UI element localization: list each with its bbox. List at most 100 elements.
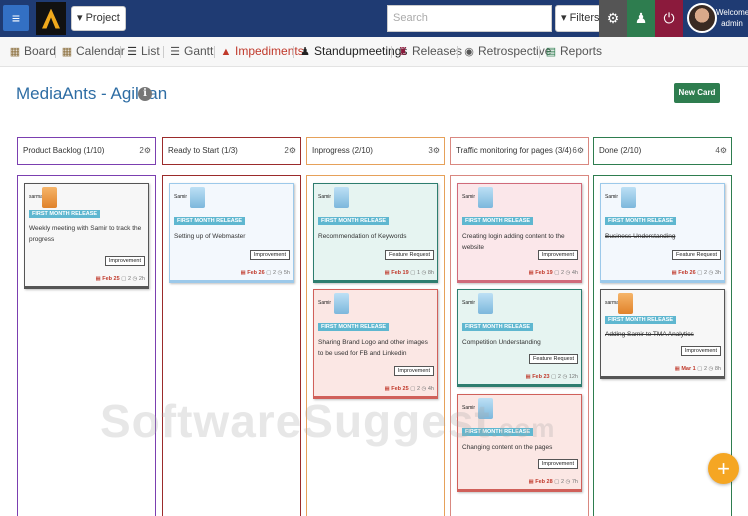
- kanban-card[interactable]: Samir FIRST MONTH RELEASE Sharing Brand Lo…: [313, 289, 438, 399]
- avatar: [190, 187, 205, 208]
- column-count[interactable]: 4⚙: [715, 138, 727, 164]
- due-date: Feb 19: [535, 270, 553, 276]
- card-meta: ▦ Feb 23 ▢ 2 ◷ 12h: [525, 374, 578, 380]
- column-header[interactable]: Product Backlog (1/10) 2⚙: [17, 137, 156, 165]
- column-title: Traffic monitoring for pages (3/4): [456, 146, 572, 155]
- nav-board[interactable]: ▦ Board: [9, 44, 56, 58]
- retro-icon: ◉: [464, 46, 474, 58]
- search-input[interactable]: Search: [387, 5, 552, 32]
- time-estimate: 4h: [571, 270, 578, 276]
- nav-divider: [457, 46, 458, 58]
- column-count[interactable]: 2⚙: [139, 138, 151, 164]
- release-icon: ♜: [398, 46, 408, 58]
- card-type-tag: Improvement: [680, 346, 721, 356]
- avatar: [334, 293, 349, 314]
- card-title: Competition Understanding: [462, 339, 541, 346]
- welcome-label: Welcome: [716, 8, 748, 17]
- card-assignee: Samir: [174, 194, 188, 200]
- grid-icon: ▦: [9, 46, 21, 58]
- app-logo[interactable]: [36, 2, 66, 35]
- nav-divider: [163, 46, 164, 58]
- watermark: SoftwareSuggest.com: [100, 395, 556, 447]
- card-type-tag: Improvement: [249, 250, 290, 260]
- card-title: Setting up of Webmaster: [174, 233, 246, 240]
- kanban-card[interactable]: Samir FIRST MONTH RELEASE Recommendation o…: [313, 183, 438, 283]
- nav-label: Reports: [560, 44, 603, 58]
- group-icon: ♟: [300, 46, 310, 58]
- column-count[interactable]: 2⚙: [284, 138, 296, 164]
- power-icon[interactable]: ⏻: [655, 0, 683, 37]
- kanban-card[interactable]: Samir FIRST MONTH RELEASE Competition Unde…: [457, 289, 582, 387]
- nav-label: Gantt: [184, 44, 214, 58]
- gear-icon[interactable]: ⚙: [599, 0, 627, 37]
- nav-list[interactable]: ☰ List: [126, 44, 160, 58]
- calendar-icon: ▦: [61, 46, 73, 58]
- card-meta: ▦ Feb 19 ▢ 2 ◷ 4h: [529, 270, 578, 276]
- column-header[interactable]: Traffic monitoring for pages (3/4) 6⚙: [450, 137, 589, 165]
- card-meta: ▦ Feb 26 ▢ 2 ◷ 3h: [672, 270, 721, 276]
- nav-reports[interactable]: ▤ Reports: [545, 44, 602, 58]
- card-meta: ▦ Mar 1 ▢ 2 ◷ 8h: [675, 366, 721, 372]
- card-assignee: Samir: [318, 300, 332, 306]
- column-title: Ready to Start (1/3): [168, 146, 238, 155]
- card-title: Sharing Brand Logo and other images to b…: [318, 339, 428, 357]
- plus-icon[interactable]: +: [708, 453, 739, 484]
- clock-icon: ◷: [707, 270, 715, 276]
- release-badge: FIRST MONTH RELEASE: [462, 217, 534, 225]
- user-icon[interactable]: ♟: [627, 0, 655, 37]
- column-count[interactable]: 3⚙: [428, 138, 440, 164]
- column-title: Product Backlog (1/10): [23, 146, 105, 155]
- card-title: Recommendation of Keywords: [318, 233, 407, 240]
- kanban-card[interactable]: Samir FIRST MONTH RELEASE Setting up of We…: [169, 183, 294, 283]
- release-badge: FIRST MONTH RELEASE: [174, 217, 246, 225]
- due-date: Feb 26: [247, 270, 265, 276]
- nav-divider: [293, 46, 294, 58]
- kanban-card[interactable]: sarma FIRST MONTH RELEASE Weekly meeting w…: [24, 183, 149, 289]
- nav-label: Standupmeetings: [314, 44, 408, 58]
- card-title: Adding Samir to TMA Analytics: [605, 331, 694, 338]
- clock-icon: ◷: [420, 386, 428, 392]
- clock-icon: ◷: [564, 270, 572, 276]
- kanban-card[interactable]: sarma FIRST MONTH RELEASE Adding Samir to …: [600, 289, 725, 379]
- card-assignee: sarma: [29, 194, 43, 200]
- welcome-text: Welcome admin: [716, 7, 748, 29]
- card-type-tag: Improvement: [537, 250, 578, 260]
- kanban-card[interactable]: Samir FIRST MONTH RELEASE Business Underst…: [600, 183, 725, 283]
- avatar[interactable]: [687, 3, 717, 33]
- column-header[interactable]: Inprogress (2/10) 3⚙: [306, 137, 445, 165]
- card-meta: ▦ Feb 19 ▢ 1 ◷ 8h: [385, 270, 434, 276]
- due-date: Feb 28: [535, 479, 553, 485]
- new-card-button[interactable]: New Card: [674, 83, 720, 103]
- filters-dropdown[interactable]: ▾ Filters: [555, 5, 606, 32]
- nav-impediments[interactable]: ▲ Impediments: [220, 44, 304, 58]
- nav-calendar[interactable]: ▦ Calendar: [61, 44, 125, 58]
- kanban-card[interactable]: Samir FIRST MONTH RELEASE Creating login a…: [457, 183, 582, 283]
- clock-icon: ◷: [131, 276, 139, 282]
- nav-divider: [539, 46, 540, 58]
- comment-icon: ▢: [408, 386, 417, 392]
- nav-label: Retrospective: [478, 44, 552, 58]
- chart-icon: ▤: [545, 46, 557, 58]
- avatar: [618, 293, 633, 314]
- column-header[interactable]: Ready to Start (1/3) 2⚙: [162, 137, 301, 165]
- nav-releases[interactable]: ♜ Releases: [397, 44, 462, 58]
- time-estimate: 2h: [138, 276, 145, 282]
- info-icon[interactable]: i: [138, 87, 152, 101]
- nav-gantt[interactable]: ☰ Gantt: [169, 44, 213, 58]
- column-header[interactable]: Done (2/10) 4⚙: [593, 137, 732, 165]
- release-badge: FIRST MONTH RELEASE: [605, 217, 677, 225]
- clock-icon: ◷: [560, 374, 569, 380]
- time-estimate: 8h: [714, 366, 721, 372]
- card-meta: ▦ Feb 26 ▢ 2 ◷ 5h: [241, 270, 290, 276]
- card-type-tag: Improvement: [537, 459, 578, 469]
- card-title: Business Understanding: [605, 233, 676, 240]
- due-date: Feb 19: [391, 270, 409, 276]
- time-estimate: 4h: [427, 386, 434, 392]
- card-assignee: Samir: [605, 194, 619, 200]
- project-dropdown[interactable]: ▾ Project: [71, 6, 126, 31]
- hamburger-icon[interactable]: ≡: [3, 5, 29, 31]
- time-estimate: 7h: [571, 479, 578, 485]
- column-count[interactable]: 6⚙: [572, 138, 584, 164]
- time-estimate: 12h: [568, 374, 578, 380]
- card-type-tag: Improvement: [104, 256, 145, 266]
